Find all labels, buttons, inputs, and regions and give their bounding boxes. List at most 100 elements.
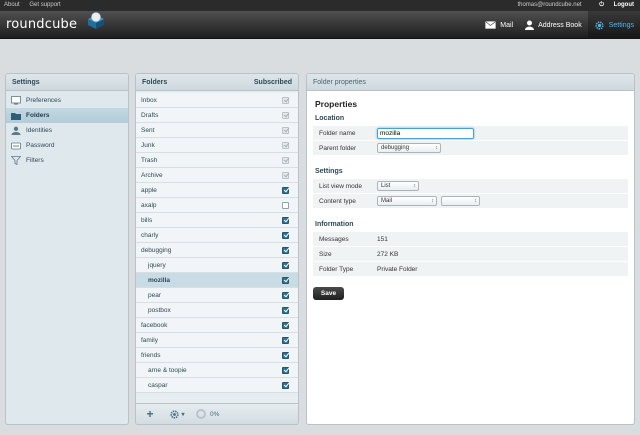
folder-name: jquery xyxy=(148,261,166,269)
subscribe-checkbox[interactable] xyxy=(282,246,289,254)
size-row: Size 272 KB xyxy=(313,247,628,262)
subscribe-checkbox[interactable] xyxy=(282,291,289,299)
list-view-select[interactable]: List xyxy=(377,181,419,191)
subscribed-column-label: Subscribed xyxy=(253,79,292,86)
logo[interactable]: roundcube xyxy=(6,12,104,35)
folder-row[interactable]: postbox xyxy=(136,303,298,318)
folder-name: postbox xyxy=(148,306,171,314)
subscribe-checkbox[interactable] xyxy=(282,231,289,239)
subscribe-checkbox[interactable] xyxy=(282,381,289,389)
folder-row[interactable]: arne & toopie xyxy=(136,363,298,378)
nav-settings[interactable]: Settings xyxy=(587,11,640,39)
folder-row[interactable]: friends xyxy=(136,348,298,363)
folder-row[interactable]: Archive xyxy=(136,168,298,183)
folder-row[interactable]: caspar xyxy=(136,378,298,393)
folder-row[interactable]: debugging xyxy=(136,243,298,258)
quota-value: 0% xyxy=(210,410,220,418)
folder-row[interactable]: jquery xyxy=(136,258,298,273)
folder-row[interactable]: Drafts xyxy=(136,108,298,123)
nav-mail-label: Mail xyxy=(500,21,514,29)
subscribe-checkbox xyxy=(282,171,289,179)
gear-icon xyxy=(170,409,180,419)
folder-row[interactable]: apple xyxy=(136,183,298,198)
folder-name-input[interactable] xyxy=(377,127,474,139)
subscribe-checkbox xyxy=(282,141,289,149)
folder-name: Archive xyxy=(141,171,163,179)
content-type-secondary-select[interactable] xyxy=(441,196,480,206)
quota-ring-icon xyxy=(196,409,206,419)
sidebar-item-filters[interactable]: Filters xyxy=(6,153,128,168)
location-section: Location Folder name Parent folder debug… xyxy=(313,109,628,156)
sidebar-item-preferences[interactable]: Preferences xyxy=(6,93,128,108)
nav-address-book[interactable]: Address Book xyxy=(519,11,588,39)
list-view-row: List view mode List xyxy=(313,179,628,194)
sidebar-item-label: Identities xyxy=(26,127,53,134)
folder-row[interactable]: axalp xyxy=(136,198,298,213)
subscribe-checkbox[interactable] xyxy=(282,216,289,224)
subscribe-checkbox[interactable] xyxy=(282,261,289,269)
folder-name-label: Folder name xyxy=(319,129,356,137)
sidebar-item-folders[interactable]: Folders xyxy=(6,108,128,123)
folder-row[interactable]: bills xyxy=(136,213,298,228)
parent-folder-select[interactable]: debugging xyxy=(377,143,441,153)
support-link[interactable]: Get support xyxy=(29,2,60,8)
folder-properties-header: Folder properties xyxy=(307,74,634,91)
mail-icon xyxy=(485,21,497,29)
subscribe-checkbox[interactable] xyxy=(282,201,289,209)
logout-button[interactable]: ⏻ Logout xyxy=(591,2,634,8)
subscribe-checkbox[interactable] xyxy=(282,321,289,329)
sidebar-item-identities[interactable]: Identities xyxy=(6,123,128,138)
folder-type-value: Private Folder xyxy=(377,265,418,273)
folder-type-row: Folder Type Private Folder xyxy=(313,262,628,277)
folders-footer: + ▾ 0% xyxy=(136,403,298,424)
sidebar-item-password[interactable]: Password xyxy=(6,138,128,153)
subscribe-checkbox[interactable] xyxy=(282,351,289,359)
content-type-select[interactable]: Mail xyxy=(377,196,437,206)
about-link[interactable]: About xyxy=(4,2,20,8)
add-folder-button[interactable]: + xyxy=(142,406,158,422)
folder-row[interactable]: Junk xyxy=(136,138,298,153)
folder-name: Inbox xyxy=(141,96,157,104)
subscribe-checkbox[interactable] xyxy=(282,336,289,344)
folder-row[interactable]: Sent xyxy=(136,123,298,138)
folders-title: Folders xyxy=(142,79,168,86)
folder-row[interactable]: pear xyxy=(136,288,298,303)
plus-icon: + xyxy=(146,407,154,421)
subscribe-checkbox[interactable] xyxy=(282,276,289,284)
content-type-label: Content type xyxy=(319,197,356,205)
identities-icon xyxy=(11,126,21,135)
logo-cube-icon xyxy=(88,12,104,29)
folder-name: Junk xyxy=(141,141,155,149)
folder-row[interactable]: Inbox xyxy=(136,93,298,108)
nav-settings-label: Settings xyxy=(608,21,634,29)
folder-row[interactable]: facebook xyxy=(136,318,298,333)
subscribe-checkbox xyxy=(282,96,289,104)
folder-name: pear xyxy=(148,291,162,299)
subscribe-checkbox[interactable] xyxy=(282,186,289,194)
save-button[interactable]: Save xyxy=(313,287,344,300)
logo-text: roundcube xyxy=(6,17,78,32)
settings-heading: Settings xyxy=(315,168,343,175)
sidebar-item-label: Password xyxy=(26,142,55,149)
filters-icon xyxy=(11,156,21,165)
folder-name: apple xyxy=(141,186,157,194)
settings-sidebar: Settings Preferences Folders Identities … xyxy=(5,73,129,425)
folder-name: axalp xyxy=(141,201,157,209)
folder-row[interactable]: mozilla xyxy=(136,273,298,288)
power-icon: ⏻ xyxy=(599,2,604,8)
information-section: Information Messages 151 Size 272 KB Fol… xyxy=(313,215,628,277)
sidebar-item-label: Folders xyxy=(26,112,50,119)
subscribe-checkbox[interactable] xyxy=(282,366,289,374)
gear-icon xyxy=(595,20,604,30)
subscribe-checkbox[interactable] xyxy=(282,306,289,314)
folders-icon xyxy=(11,112,21,120)
folder-row[interactable]: family xyxy=(136,333,298,348)
folder-row[interactable]: charly xyxy=(136,228,298,243)
folder-name: Trash xyxy=(141,156,158,164)
sidebar-item-label: Filters xyxy=(26,157,44,164)
folder-row[interactable]: Trash xyxy=(136,153,298,168)
messages-row: Messages 151 xyxy=(313,232,628,247)
folder-actions-menu-button[interactable]: ▾ xyxy=(166,406,188,422)
folder-name: facebook xyxy=(141,321,168,329)
nav-mail[interactable]: Mail xyxy=(479,11,519,39)
